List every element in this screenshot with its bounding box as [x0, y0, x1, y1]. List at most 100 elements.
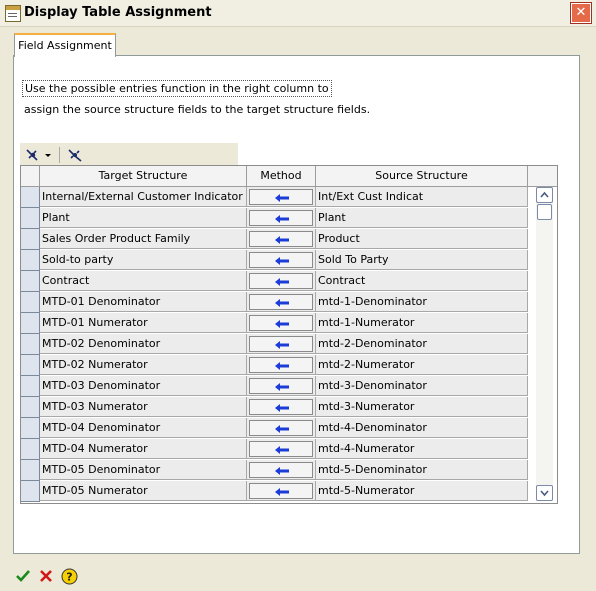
unlink-button[interactable] — [67, 147, 85, 163]
info-text-line-2: assign the source structure fields to th… — [24, 103, 371, 116]
arrow-left-icon — [275, 194, 289, 202]
assign-method-button[interactable] — [249, 420, 313, 436]
method-cell — [247, 355, 316, 375]
row-selector[interactable] — [21, 208, 40, 229]
row-selector[interactable] — [21, 271, 40, 292]
row-selector[interactable] — [21, 313, 40, 334]
scroll-up-button[interactable] — [536, 187, 553, 203]
row-selector[interactable] — [21, 418, 40, 439]
source-field-cell[interactable]: mtd-1-Denominator — [316, 292, 528, 312]
arrow-left-icon — [275, 320, 289, 328]
row-selector[interactable] — [21, 292, 40, 313]
source-field-cell[interactable]: mtd-2-Numerator — [316, 355, 528, 375]
row-selector[interactable] — [21, 250, 40, 271]
link-dropdown-button[interactable] — [25, 147, 53, 163]
row-selector[interactable] — [21, 481, 40, 502]
method-cell — [247, 187, 316, 207]
scroll-down-button[interactable] — [536, 485, 553, 501]
assign-method-button[interactable] — [249, 294, 313, 310]
row-selector[interactable] — [21, 460, 40, 481]
scroll-thumb[interactable] — [537, 204, 552, 220]
row-selector[interactable] — [21, 397, 40, 418]
source-field-cell[interactable]: mtd-2-Denominator — [316, 334, 528, 354]
source-field-cell[interactable]: mtd-3-Denominator — [316, 376, 528, 396]
assign-method-button[interactable] — [249, 378, 313, 394]
source-field-cell[interactable]: mtd-1-Numerator — [316, 313, 528, 333]
target-field-cell: MTD-02 Numerator — [40, 355, 247, 375]
table-row: Contract Contract — [21, 271, 557, 292]
assign-method-button[interactable] — [249, 462, 313, 478]
assign-method-button[interactable] — [249, 189, 313, 205]
arrow-left-icon — [275, 215, 289, 223]
row-selector[interactable] — [21, 376, 40, 397]
row-selector[interactable] — [21, 334, 40, 355]
method-cell — [247, 334, 316, 354]
table-row: Plant Plant — [21, 208, 557, 229]
arrow-left-icon — [275, 236, 289, 244]
source-field-cell[interactable]: mtd-4-Denominator — [316, 418, 528, 438]
row-selector[interactable] — [21, 187, 40, 208]
method-cell — [247, 439, 316, 459]
target-field-cell: MTD-04 Denominator — [40, 418, 247, 438]
source-field-cell[interactable]: mtd-5-Numerator — [316, 481, 528, 501]
select-all-header[interactable] — [21, 166, 40, 187]
row-selector[interactable] — [21, 355, 40, 376]
table-row: MTD-05 Denominator mtd-5-Denominator — [21, 460, 557, 481]
cancel-button[interactable] — [38, 568, 54, 584]
target-field-cell: Sales Order Product Family — [40, 229, 247, 249]
table-row: MTD-03 Numerator mtd-3-Numerator — [21, 397, 557, 418]
assign-method-button[interactable] — [249, 336, 313, 352]
target-field-cell: MTD-03 Numerator — [40, 397, 247, 417]
arrow-left-icon — [275, 362, 289, 370]
target-field-cell: MTD-04 Numerator — [40, 439, 247, 459]
row-selector[interactable] — [21, 229, 40, 250]
unlink-icon — [68, 149, 82, 162]
method-cell — [247, 460, 316, 480]
vertical-scrollbar[interactable] — [536, 187, 553, 501]
confirm-button[interactable] — [15, 568, 31, 584]
assign-method-button[interactable] — [249, 231, 313, 247]
arrow-left-icon — [275, 467, 289, 475]
source-field-cell[interactable]: Sold To Party — [316, 250, 528, 270]
arrow-left-icon — [275, 341, 289, 349]
arrow-left-icon — [275, 404, 289, 412]
method-cell — [247, 208, 316, 228]
assign-method-button[interactable] — [249, 357, 313, 373]
chevron-down-icon — [540, 490, 549, 497]
title-bar: Display Table Assignment ✕ — [0, 0, 596, 27]
method-cell — [247, 229, 316, 249]
arrow-left-icon — [275, 488, 289, 496]
arrow-left-icon — [275, 278, 289, 286]
source-field-cell[interactable]: Product — [316, 229, 528, 249]
table-row: MTD-04 Denominator mtd-4-Denominator — [21, 418, 557, 439]
close-button[interactable]: ✕ — [571, 3, 591, 23]
assign-method-button[interactable] — [249, 210, 313, 226]
assign-method-button[interactable] — [249, 252, 313, 268]
cancel-icon — [40, 570, 52, 582]
arrow-left-icon — [275, 383, 289, 391]
assign-method-button[interactable] — [249, 441, 313, 457]
source-field-cell[interactable]: mtd-4-Numerator — [316, 439, 528, 459]
assign-method-button[interactable] — [249, 483, 313, 499]
row-selector[interactable] — [21, 439, 40, 460]
help-icon: ? — [61, 568, 78, 585]
assign-method-button[interactable] — [249, 315, 313, 331]
method-cell — [247, 313, 316, 333]
check-icon — [16, 570, 30, 582]
window-title: Display Table Assignment — [24, 5, 212, 20]
assign-method-button[interactable] — [249, 273, 313, 289]
table-row: MTD-04 Numerator mtd-4-Numerator — [21, 439, 557, 460]
source-field-cell[interactable]: mtd-5-Denominator — [316, 460, 528, 480]
source-field-cell[interactable]: Plant — [316, 208, 528, 228]
help-button[interactable]: ? — [61, 568, 78, 585]
tab-field-assignment[interactable]: Field Assignment — [14, 33, 116, 57]
source-field-cell[interactable]: mtd-3-Numerator — [316, 397, 528, 417]
target-field-cell: MTD-05 Denominator — [40, 460, 247, 480]
source-field-cell[interactable]: Contract — [316, 271, 528, 291]
table-row: MTD-03 Denominator mtd-3-Denominator — [21, 376, 557, 397]
source-field-cell[interactable]: Int/Ext Cust Indicat — [316, 187, 528, 207]
table-row: Internal/External Customer Indicator Int/… — [21, 187, 557, 208]
table-row: Sold-to party Sold To Party — [21, 250, 557, 271]
assign-method-button[interactable] — [249, 399, 313, 415]
target-field-cell: MTD-01 Denominator — [40, 292, 247, 312]
